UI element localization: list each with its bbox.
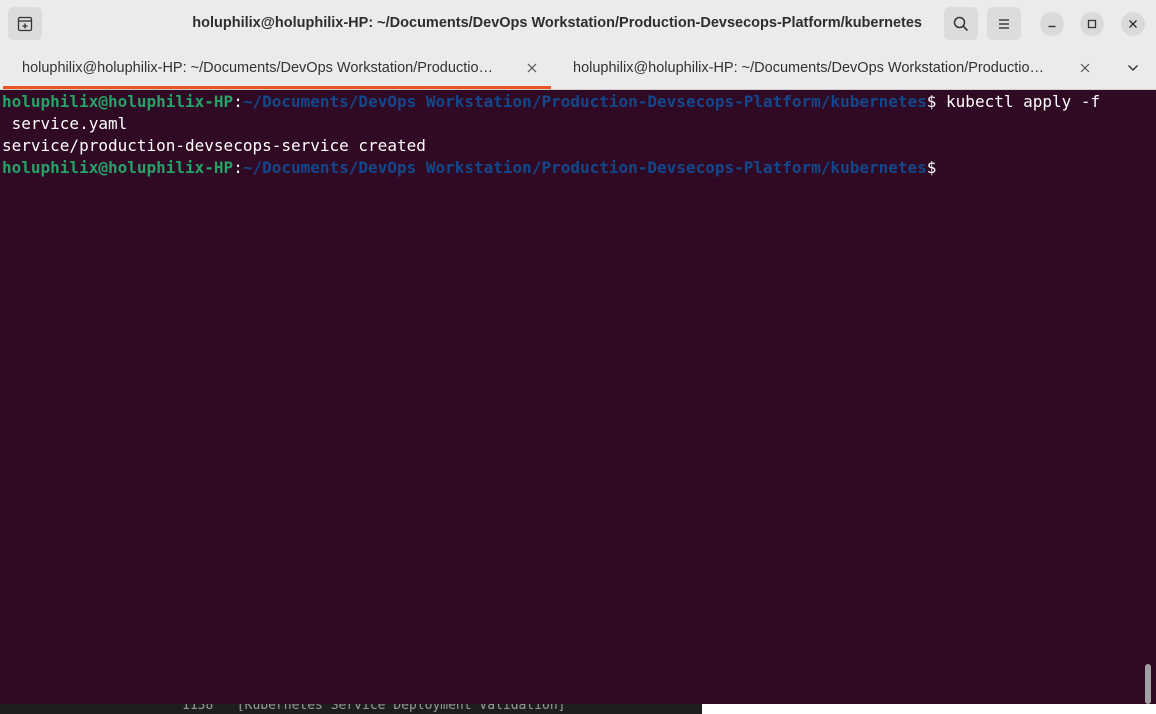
new-tab-icon xyxy=(17,16,33,31)
minimize-button[interactable] xyxy=(1040,12,1064,36)
menu-button[interactable] xyxy=(987,7,1021,40)
tab-label: holuphilix@holuphilix-HP: ~/Documents/De… xyxy=(573,60,1045,76)
prompt-path: ~/Documents/DevOps Workstation/Productio… xyxy=(242,158,927,177)
search-icon xyxy=(953,16,969,31)
window-title: holuphilix@holuphilix-HP: ~/Documents/De… xyxy=(120,0,926,47)
header-bar: holuphilix@holuphilix-HP: ~/Documents/De… xyxy=(0,0,1156,47)
background-window-strip: 1138 [Kubernetes Service Deployment Vali… xyxy=(0,704,702,714)
terminal-line: holuphilix@holuphilix-HP:~/Documents/Dev… xyxy=(2,91,1100,113)
maximize-button[interactable] xyxy=(1080,12,1104,36)
terminal-scrollbar[interactable] xyxy=(1145,664,1151,704)
terminal-window: holuphilix@holuphilix-HP: ~/Documents/De… xyxy=(0,0,1156,714)
prompt-path: ~/Documents/DevOps Workstation/Productio… xyxy=(242,92,927,111)
background-window-panel xyxy=(702,704,1156,714)
close-icon xyxy=(527,63,537,73)
hamburger-menu-icon xyxy=(999,18,1009,29)
close-icon xyxy=(1080,63,1090,73)
search-button[interactable] xyxy=(944,7,978,40)
tab-terminal-2[interactable]: holuphilix@holuphilix-HP: ~/Documents/De… xyxy=(551,47,1103,89)
close-icon xyxy=(1129,20,1137,28)
tab-bar: holuphilix@holuphilix-HP: ~/Documents/De… xyxy=(0,47,1156,90)
minimize-icon xyxy=(1048,25,1056,28)
tab-terminal-1[interactable]: holuphilix@holuphilix-HP: ~/Documents/De… xyxy=(0,47,551,89)
command-wrap-text: service.yaml xyxy=(2,114,128,133)
tab-close-button[interactable] xyxy=(1076,59,1094,77)
command-text: kubectl apply -f xyxy=(936,92,1101,111)
chevron-down-icon xyxy=(1128,65,1138,71)
active-tab-indicator xyxy=(3,86,551,89)
prompt-user: holuphilix@holuphilix-HP xyxy=(2,92,234,111)
terminal-output[interactable]: holuphilix@holuphilix-HP:~/Documents/Dev… xyxy=(0,90,1156,714)
output-text: service/production-devsecops-service cre… xyxy=(2,136,426,155)
prompt-colon: : xyxy=(233,92,243,111)
close-button[interactable] xyxy=(1121,12,1145,36)
terminal-line: service/production-devsecops-service cre… xyxy=(2,135,426,157)
window-title-text: holuphilix@holuphilix-HP: ~/Documents/De… xyxy=(192,15,922,31)
tab-label: holuphilix@holuphilix-HP: ~/Documents/De… xyxy=(22,60,494,76)
prompt-dollar: $ xyxy=(926,92,937,111)
new-tab-button[interactable] xyxy=(8,7,42,40)
background-window-text: 1138 [Kubernetes Service Deployment Vali… xyxy=(182,704,566,713)
prompt-dollar: $ xyxy=(926,158,937,177)
prompt-user: holuphilix@holuphilix-HP xyxy=(2,158,234,177)
terminal-line: service.yaml xyxy=(2,113,128,135)
tab-close-button[interactable] xyxy=(523,59,541,77)
maximize-icon xyxy=(1087,19,1097,29)
prompt-colon: : xyxy=(233,158,243,177)
tab-overflow-button[interactable] xyxy=(1122,59,1144,77)
terminal-line: holuphilix@holuphilix-HP:~/Documents/Dev… xyxy=(2,157,936,179)
